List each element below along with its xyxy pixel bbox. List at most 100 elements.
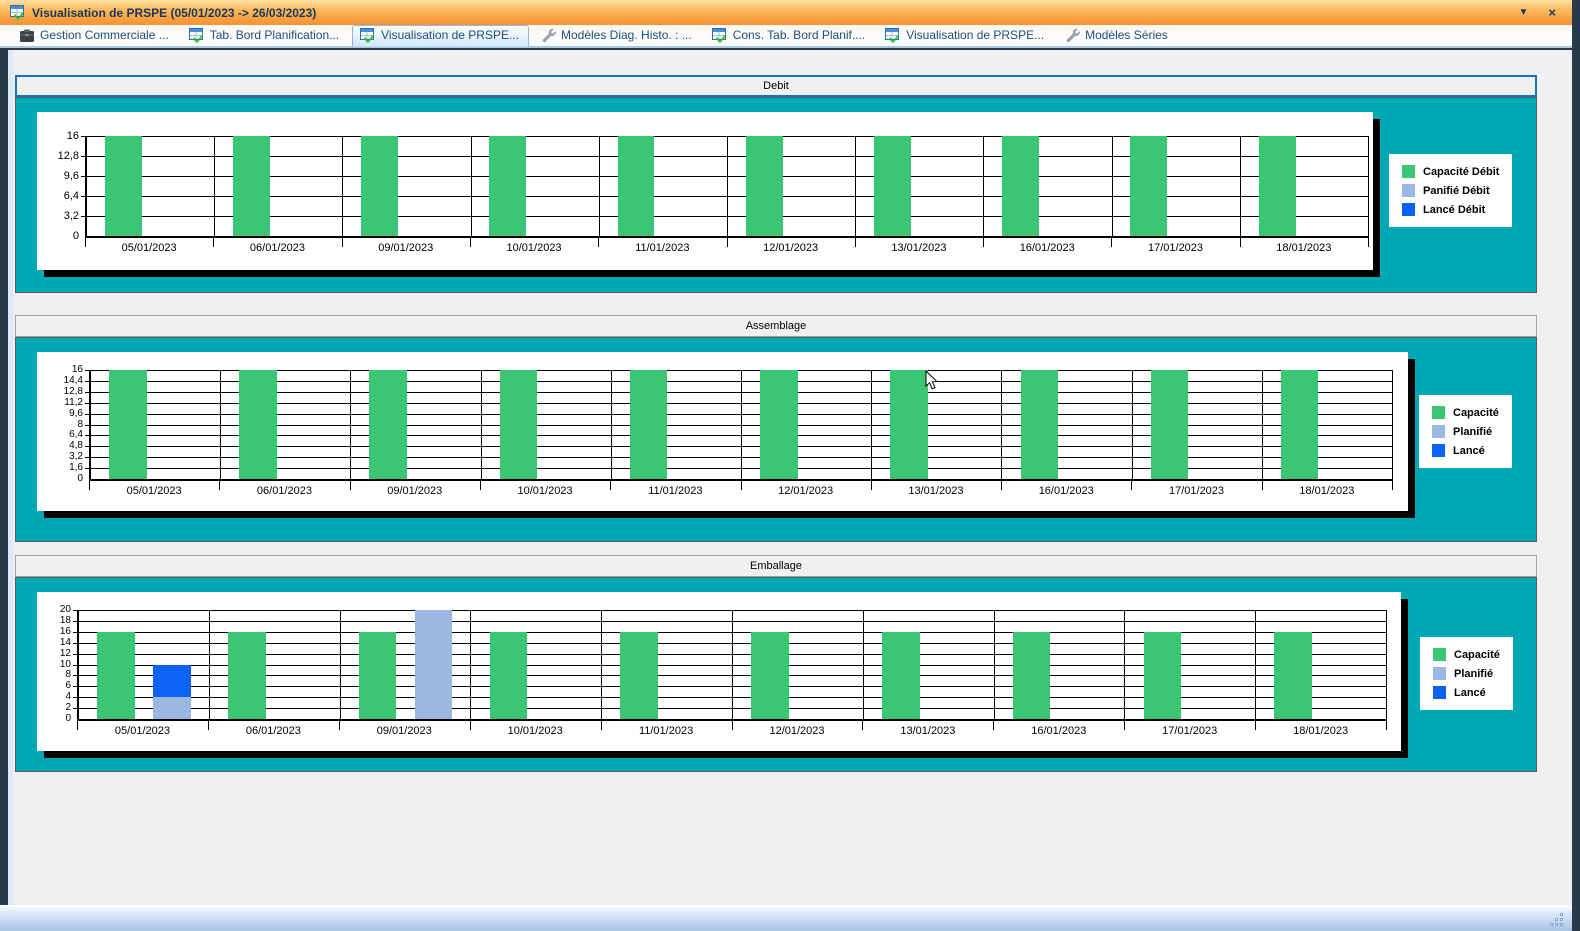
x-category-label: 05/01/2023	[85, 242, 213, 254]
resize-grip-icon[interactable]	[1550, 913, 1564, 927]
category-cell	[91, 370, 221, 479]
bar-capacite	[1002, 136, 1039, 236]
category-cells	[87, 136, 1369, 236]
chart-emballage: 2018161412108642005/01/202306/01/202309/…	[37, 592, 1401, 751]
panel-body-assemblage: 1614,412,811,29,686,44,83,21,6005/01/202…	[15, 337, 1537, 542]
x-category-label: 09/01/2023	[350, 485, 480, 497]
x-category-label: 12/01/2023	[732, 725, 863, 737]
bar-capacite	[618, 136, 655, 236]
legend-item: Lancé	[1433, 686, 1500, 699]
tab-bar: Gestion Commerciale ... Tab. Bord Planifi…	[0, 25, 1572, 48]
y-tick-label: 11,2	[64, 398, 83, 408]
bar-capacite	[1274, 632, 1312, 719]
legend-debit: Capacité DébitPanifié DébitLancé Débit	[1389, 154, 1512, 227]
category-cell	[1125, 610, 1256, 719]
application-screen: Visualisation de PRSPE (05/01/2023 -> 26…	[0, 0, 1580, 931]
legend-label: Lancé Débit	[1423, 204, 1485, 216]
tab-4[interactable]: Modèles Diag. Histo. : ...	[533, 26, 701, 46]
category-cells	[91, 370, 1393, 479]
window-title: Visualisation de PRSPE (05/01/2023 -> 26…	[32, 6, 316, 20]
tab-7[interactable]: Modèles Séries	[1057, 26, 1177, 46]
x-category-label: 17/01/2023	[1111, 242, 1239, 254]
legend-swatch	[1432, 406, 1445, 419]
bar-capacite	[489, 136, 526, 236]
category-cell	[79, 610, 210, 719]
chart-assemblage: 1614,412,811,29,686,44,83,21,6005/01/202…	[37, 352, 1408, 511]
category-cell	[864, 610, 995, 719]
y-tick-label: 0	[65, 714, 71, 724]
bar-capacite	[1281, 370, 1318, 479]
legend-emballage: CapacitéPlanifiéLancé	[1420, 637, 1513, 710]
bar-capacite	[760, 370, 797, 479]
x-axis-labels: 05/01/202306/01/202309/01/202310/01/2023…	[85, 242, 1368, 254]
category-cell	[87, 136, 215, 236]
y-tick-label: 2	[65, 703, 71, 713]
wrench-icon	[1064, 28, 1080, 43]
tab-label: Tab. Bord Planification...	[210, 28, 339, 42]
legend-label: Lancé	[1453, 445, 1485, 457]
x-category-label: 11/01/2023	[598, 242, 726, 254]
x-category-label: 11/01/2023	[601, 725, 732, 737]
category-cell	[221, 370, 351, 479]
x-axis-labels: 05/01/202306/01/202309/01/202310/01/2023…	[89, 485, 1392, 497]
x-category-label: 18/01/2023	[1262, 485, 1392, 497]
category-cell	[1263, 370, 1393, 479]
y-tick-label: 0	[73, 231, 79, 241]
y-tick-label: 3,2	[69, 452, 83, 462]
category-cell	[1241, 136, 1369, 236]
category-cell	[728, 136, 856, 236]
category-cell	[742, 370, 872, 479]
legend-swatch	[1433, 667, 1446, 680]
legend-swatch	[1402, 203, 1415, 216]
x-category-label: 10/01/2023	[470, 725, 601, 737]
tab-label: Visualisation de PRSPE...	[906, 28, 1044, 42]
bar-capacite	[1021, 370, 1058, 479]
bar-capacite	[1013, 632, 1051, 719]
minimize-button[interactable]: ▼	[1519, 6, 1529, 19]
bar-capacite	[228, 632, 266, 719]
x-category-label: 06/01/2023	[219, 485, 349, 497]
y-tick-label: 9,6	[69, 409, 83, 419]
bar-capacite	[233, 136, 270, 236]
y-tick-label: 0	[77, 474, 83, 484]
tab-1[interactable]: Gestion Commerciale ...	[12, 26, 178, 46]
bar-planifie	[153, 697, 191, 719]
bar-capacite	[97, 632, 135, 719]
plot-area	[77, 610, 1387, 721]
chart-debit: 1612,89,66,43,2005/01/202306/01/202309/0…	[37, 112, 1373, 270]
y-tick-label: 12,8	[58, 151, 79, 161]
tab-3-active[interactable]: Visualisation de PRSPE...	[352, 25, 529, 47]
y-tick-label: 1,6	[69, 463, 83, 473]
x-tick	[1392, 481, 1393, 490]
bar-capacite	[105, 136, 142, 236]
category-cell	[733, 610, 864, 719]
legend-assemblage: CapacitéPlanifiéLancé	[1419, 395, 1512, 468]
tab-6[interactable]: Visualisation de PRSPE...	[878, 26, 1053, 46]
bar-capacite	[239, 370, 276, 479]
legend-item: Capacité	[1432, 406, 1499, 419]
x-category-label: 17/01/2023	[1131, 485, 1261, 497]
y-tick-label: 20	[60, 605, 71, 615]
panel-title-emballage: Emballage	[750, 560, 802, 572]
x-category-label: 17/01/2023	[1124, 725, 1255, 737]
x-category-label: 09/01/2023	[339, 725, 470, 737]
panel-header-assemblage: Assemblage	[15, 315, 1537, 337]
bar-capacite	[1151, 370, 1188, 479]
y-tick-label: 4	[65, 692, 71, 702]
wrench-icon	[540, 28, 556, 43]
panel-title-debit: Debit	[763, 80, 789, 92]
tab-2[interactable]: Tab. Bord Planification...	[182, 26, 348, 46]
bar-capacite	[109, 370, 146, 479]
legend-label: Planifié	[1454, 668, 1493, 680]
bar-capacite	[1144, 632, 1182, 719]
y-tick-label: 6,4	[64, 191, 79, 201]
y-tick-label: 6	[65, 681, 71, 691]
bar-capacite	[369, 370, 406, 479]
legend-item: Capacité Débit	[1402, 165, 1499, 178]
x-category-label: 16/01/2023	[983, 242, 1111, 254]
close-button[interactable]: ×	[1548, 6, 1556, 19]
x-category-label: 09/01/2023	[342, 242, 470, 254]
legend-label: Capacité	[1453, 407, 1499, 419]
tab-5[interactable]: Cons. Tab. Bord Planif....	[705, 26, 875, 46]
category-cell	[600, 136, 728, 236]
